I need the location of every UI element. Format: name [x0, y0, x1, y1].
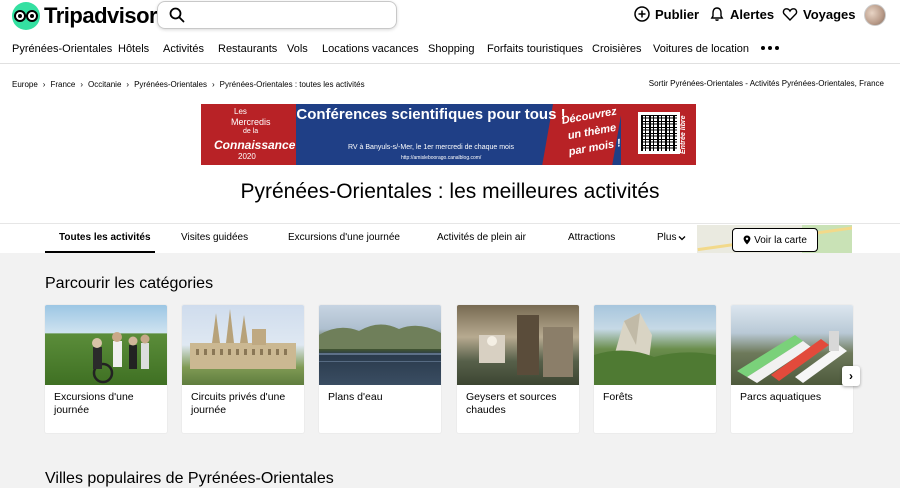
search-box[interactable] [157, 1, 397, 29]
search-icon [169, 7, 185, 23]
publish-label: Publier [655, 6, 700, 22]
category-label: Forêts [603, 391, 633, 403]
ad-banner[interactable]: Les Mercredis de la Connaissance 2020 Co… [201, 104, 696, 165]
breadcrumb-item[interactable]: France [50, 80, 75, 89]
main-nav: Pyrénées-Orientales Hôtels Activités Res… [0, 35, 900, 64]
breadcrumb-item[interactable]: Pyrénées-Orientales [134, 80, 207, 89]
chevron-down-icon [678, 235, 686, 240]
ad-text: Connaissance [214, 138, 296, 152]
tab-all-activities[interactable]: Toutes les activités [59, 232, 151, 243]
ad-subline: RV à Banyuls-s/-Mer, le 1er mercredi de … [348, 144, 514, 151]
nav-item-activities[interactable]: Activités [163, 43, 204, 55]
tab-attractions[interactable]: Attractions [568, 232, 615, 243]
alerts-label: Alertes [730, 6, 775, 22]
category-image [45, 305, 167, 385]
ad-text: Mercredis [231, 117, 271, 127]
breadcrumb-current: Pyrénées-Orientales : toutes les activit… [219, 80, 365, 89]
carousel-next-button[interactable]: › [842, 366, 860, 386]
heart-icon [782, 8, 798, 22]
ad-url: http://amisleboorago.canalblog.com/ [401, 155, 482, 161]
trips-button[interactable]: Voyages [782, 6, 856, 22]
chevron-right-icon: › [126, 80, 130, 89]
ad-side-text: Entrée libre [680, 115, 687, 155]
category-label: Plans d'eau [328, 391, 383, 403]
ad-headline: Conférences scientifiques pour tous ! [296, 106, 566, 123]
nav-item-destination[interactable]: Pyrénées-Orientales [12, 43, 112, 55]
tab-more-label: Plus [657, 232, 677, 243]
view-map-label: Voir la carte [754, 234, 807, 246]
ellipsis-icon[interactable] [761, 46, 779, 50]
category-image [731, 305, 853, 385]
categories-section: Parcourir les catégories Excursions d'un… [0, 253, 900, 488]
bell-icon [710, 7, 724, 21]
category-card-water-bodies[interactable]: Plans d'eau [319, 305, 441, 433]
category-label: Circuits privés d'une journée [191, 391, 286, 416]
search-input[interactable] [192, 5, 388, 25]
category-label: Parcs aquatiques [740, 391, 822, 403]
nav-item-restaurants[interactable]: Restaurants [218, 43, 277, 55]
chevron-right-icon: › [42, 80, 46, 89]
user-avatar[interactable] [864, 4, 886, 26]
owl-logo-icon [12, 2, 40, 30]
chevron-right-icon: › [212, 80, 215, 89]
page-title: Pyrénées-Orientales : les meilleures act… [240, 180, 660, 203]
category-card-day-trips[interactable]: Excursions d'une journée [45, 305, 167, 433]
nav-item-flights[interactable]: Vols [287, 43, 308, 55]
category-card-hot-springs[interactable]: Geysers et sources chaudes [457, 305, 579, 433]
category-image [594, 305, 716, 385]
trips-label: Voyages [803, 6, 856, 22]
chevron-right-icon: › [849, 369, 853, 383]
breadcrumb-page-heading: Sortir Pyrénées-Orientales - Activités P… [648, 79, 884, 88]
ad-text: de la [243, 128, 259, 135]
category-label: Geysers et sources chaudes [466, 391, 557, 416]
category-card-private-tours[interactable]: Circuits privés d'une journée [182, 305, 304, 433]
alerts-button[interactable]: Alertes [709, 6, 774, 22]
category-card-forests[interactable]: Forêts [594, 305, 716, 433]
category-tabs: Toutes les activités Visites guidées Exc… [0, 223, 900, 254]
map-pin-icon [743, 235, 751, 245]
tab-day-trips[interactable]: Excursions d'une journée [288, 232, 400, 243]
qr-code-icon [638, 112, 680, 154]
nav-item-hotels[interactable]: Hôtels [118, 43, 149, 55]
nav-item-car-rentals[interactable]: Voitures de location [653, 43, 749, 55]
brand-name: Tripadvisor [44, 3, 158, 28]
ad-text: Les [234, 107, 247, 116]
tripadvisor-logo[interactable]: Tripadvisor [12, 1, 158, 31]
publish-button[interactable]: Publier [634, 6, 699, 22]
category-card-water-parks[interactable]: Parcs aquatiques [731, 305, 853, 433]
nav-item-vacation-rentals[interactable]: Locations vacances [322, 43, 419, 55]
nav-item-cruises[interactable]: Croisières [592, 43, 642, 55]
nav-item-packages[interactable]: Forfaits touristiques [487, 43, 583, 55]
category-image [182, 305, 304, 385]
tab-outdoor-activities[interactable]: Activités de plein air [437, 232, 526, 243]
category-image [457, 305, 579, 385]
breadcrumb-item[interactable]: Occitanie [88, 80, 121, 89]
ad-text: 2020 [238, 152, 256, 161]
nav-item-shopping[interactable]: Shopping [428, 43, 475, 55]
ad-script-text: Découvrez un thème par mois ! [560, 105, 622, 159]
map-preview[interactable]: Voir la carte [697, 225, 852, 253]
section-title: Parcourir les catégories [45, 275, 214, 292]
plus-circle-icon [634, 6, 650, 22]
category-label: Excursions d'une journée [54, 391, 134, 416]
view-map-button[interactable]: Voir la carte [732, 228, 818, 252]
breadcrumb: Europe › France › Occitanie › Pyrénées-O… [12, 80, 365, 89]
breadcrumb-item[interactable]: Europe [12, 80, 38, 89]
top-header: Tripadvisor Publier Alertes Voyages [0, 0, 900, 34]
popular-cities-title: Villes populaires de Pyrénées-Orientales [45, 470, 334, 487]
tab-more[interactable]: Plus [657, 232, 686, 243]
category-image [319, 305, 441, 385]
tab-guided-tours[interactable]: Visites guidées [181, 232, 248, 243]
chevron-right-icon: › [80, 80, 84, 89]
